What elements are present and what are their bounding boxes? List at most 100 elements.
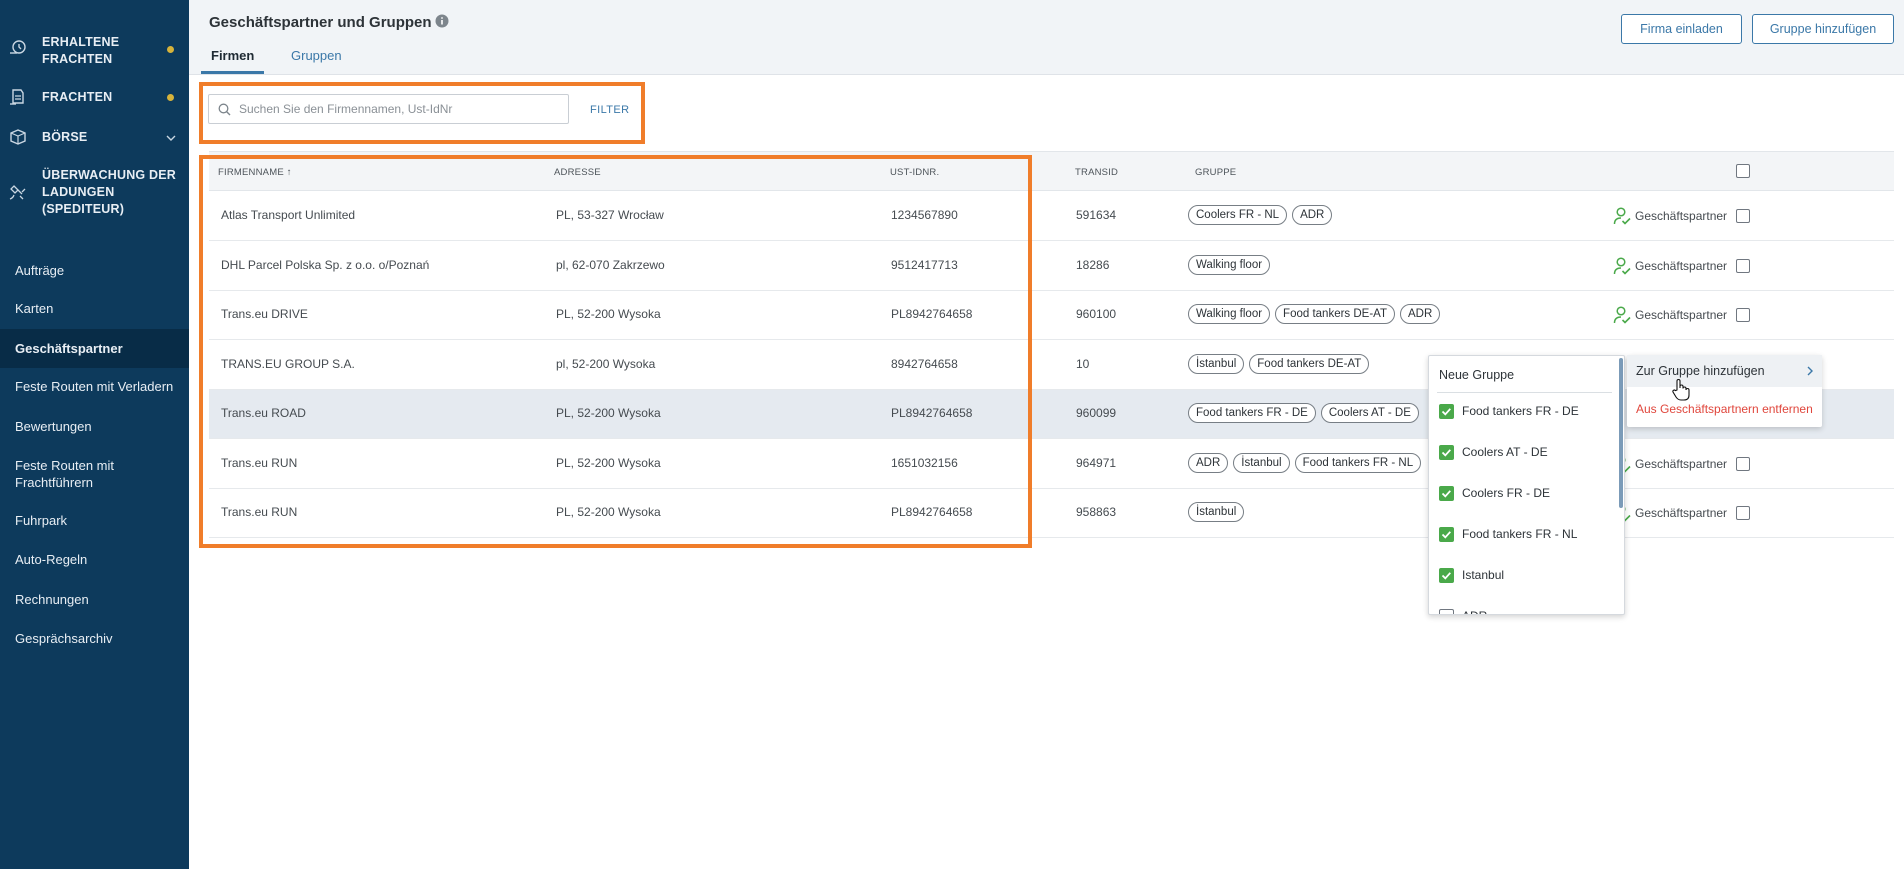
address-cell: PL, 53-327 Wrocław bbox=[556, 208, 664, 222]
table-row[interactable]: Trans.eu DRIVE PL, 52-200 Wysoka PL8942764… bbox=[209, 291, 1894, 340]
group-chip[interactable]: Walking floor bbox=[1188, 254, 1271, 275]
search-field[interactable] bbox=[208, 94, 569, 124]
info-icon[interactable] bbox=[435, 14, 449, 28]
partner-status: Geschäftspartner bbox=[1613, 206, 1727, 226]
sidebar-item-label: Auto-Regeln bbox=[15, 551, 88, 567]
notification-dot bbox=[167, 94, 174, 101]
filter-button[interactable]: FILTER bbox=[590, 104, 629, 116]
sidebar-item-invoices[interactable]: Rechnungen bbox=[0, 581, 189, 617]
search-input[interactable] bbox=[239, 95, 564, 123]
invite-company-button[interactable]: Firma einladen bbox=[1621, 14, 1742, 44]
vat-id-cell: 9512417713 bbox=[891, 257, 958, 272]
transid-cell: 958863 bbox=[1076, 505, 1117, 519]
scrollbar[interactable] bbox=[1619, 358, 1623, 508]
column-header-company-name[interactable]: FIRMENNAME ↑ bbox=[218, 167, 292, 178]
sidebar-item-auto-rules[interactable]: Auto-Regeln bbox=[0, 541, 189, 577]
address-cell: pl, 62-070 Zakrzewo bbox=[556, 257, 665, 272]
partner-check-icon bbox=[1613, 256, 1631, 275]
column-header-address[interactable]: ADRESSE bbox=[554, 167, 601, 178]
row-checkbox[interactable] bbox=[1736, 258, 1750, 273]
sidebar-item-monitoring[interactable]: ÜBERWACHUNG DER LADUNGEN (SPEDITEUR) bbox=[0, 166, 189, 222]
sidebar-item-ratings[interactable]: Bewertungen bbox=[0, 408, 189, 444]
row-context-menu: Zur Gruppe hinzufügen Aus Geschäftspartn… bbox=[1627, 355, 1822, 427]
sidebar-item-received-freights[interactable]: ERHALTENE FRACHTEN bbox=[0, 32, 189, 68]
group-chip[interactable]: Food tankers DE-AT bbox=[1249, 353, 1370, 374]
group-chip[interactable]: Food tankers FR - DE bbox=[1188, 403, 1316, 423]
checkbox-checked-icon[interactable] bbox=[1439, 485, 1454, 501]
group-chip[interactable]: Coolers AT - DE bbox=[1320, 403, 1419, 423]
tab-groups[interactable]: Gruppen bbox=[291, 48, 342, 74]
group-option[interactable]: Coolers FR - DE bbox=[1439, 483, 1614, 503]
vat-id-cell: 8942764658 bbox=[891, 356, 958, 371]
group-chip[interactable]: Food tankers DE-AT bbox=[1275, 304, 1396, 324]
group-chip[interactable]: İstanbul bbox=[1233, 452, 1290, 473]
group-chip[interactable]: ADR bbox=[1292, 205, 1333, 225]
group-chips: ADR İstanbul Food tankers FR - NL bbox=[1188, 452, 1422, 473]
group-chip[interactable]: İstanbul bbox=[1188, 502, 1245, 522]
group-option-label: Coolers AT - DE bbox=[1462, 445, 1548, 459]
group-option[interactable]: ADR bbox=[1439, 606, 1614, 614]
sidebar-item-chat-archive[interactable]: Gesprächsarchiv bbox=[0, 620, 189, 656]
table-header: FIRMENNAME ↑ ADRESSE UST-IDNR. TRANSID G… bbox=[209, 151, 1894, 191]
group-option[interactable]: Food tankers FR - NL bbox=[1439, 524, 1614, 544]
group-chip[interactable]: Coolers FR - NL bbox=[1188, 205, 1288, 225]
row-checkbox[interactable] bbox=[1736, 506, 1750, 520]
remove-partner-menu-item[interactable]: Aus Geschäftspartnern entfernen bbox=[1636, 402, 1813, 416]
group-option[interactable]: Istanbul bbox=[1439, 565, 1614, 585]
sidebar-item-exchange[interactable]: BÖRSE bbox=[0, 126, 189, 150]
sidebar-item-fleet[interactable]: Fuhrpark bbox=[0, 502, 189, 538]
company-name-cell: Trans.eu RUN bbox=[221, 505, 298, 519]
group-option[interactable]: Coolers AT - DE bbox=[1439, 442, 1614, 462]
sidebar-item-fixed-routes-shippers[interactable]: Feste Routen mit Verladern bbox=[0, 368, 189, 404]
partner-label: Geschäftspartner bbox=[1635, 456, 1728, 471]
group-chip[interactable]: Food tankers FR - NL bbox=[1294, 452, 1422, 473]
row-checkbox[interactable] bbox=[1736, 308, 1750, 322]
checkbox-checked-icon[interactable] bbox=[1439, 567, 1454, 583]
search-icon bbox=[218, 103, 231, 116]
sidebar-item-label: Rechnungen bbox=[15, 591, 89, 607]
group-chip[interactable]: Walking floor bbox=[1188, 304, 1271, 324]
group-option-label: Istanbul bbox=[1462, 568, 1505, 582]
column-header-vat[interactable]: UST-IDNR. bbox=[890, 167, 939, 178]
new-group-option[interactable]: Neue Gruppe bbox=[1439, 368, 1514, 382]
row-checkbox[interactable] bbox=[1736, 456, 1750, 471]
tab-companies[interactable]: Firmen bbox=[201, 48, 265, 74]
partner-check-icon bbox=[1613, 306, 1631, 324]
sidebar-item-orders[interactable]: Aufträge bbox=[0, 252, 189, 288]
column-header-transid[interactable]: TRANSID bbox=[1075, 167, 1118, 178]
sidebar-item-label: ÜBERWACHUNG DER LADUNGEN (SPEDITEUR) bbox=[42, 168, 177, 216]
partner-check-icon bbox=[1613, 207, 1631, 225]
group-chip[interactable]: İstanbul bbox=[1188, 353, 1245, 374]
table-row[interactable]: Trans.eu RUN PL, 52-200 Wysoka 1651032156 9… bbox=[209, 439, 1894, 489]
group-chip[interactable]: ADR bbox=[1400, 304, 1441, 324]
group-chip[interactable]: ADR bbox=[1188, 452, 1229, 473]
add-to-group-menu-item[interactable]: Zur Gruppe hinzufügen bbox=[1627, 355, 1822, 387]
sidebar-item-maps[interactable]: Karten bbox=[0, 290, 189, 326]
checkbox-checked-icon[interactable] bbox=[1439, 403, 1454, 419]
sidebar-item-freights[interactable]: FRACHTEN bbox=[0, 86, 189, 110]
table-row[interactable]: DHL Parcel Polska Sp. z o.o. o/Poznań pl,… bbox=[209, 241, 1894, 291]
group-chips: Walking floor bbox=[1188, 254, 1271, 275]
group-option-label: Coolers FR - DE bbox=[1462, 486, 1551, 500]
checkbox-unchecked-icon[interactable] bbox=[1439, 608, 1454, 614]
add-group-button[interactable]: Gruppe hinzufügen bbox=[1752, 14, 1894, 44]
sidebar-item-label: Gesprächsarchiv bbox=[15, 630, 113, 646]
table-row[interactable]: Atlas Transport Unlimited PL, 53-327 Wroc… bbox=[209, 192, 1894, 241]
group-chips: Coolers FR - NL ADR bbox=[1188, 205, 1333, 225]
group-option[interactable]: Food tankers FR - DE bbox=[1439, 401, 1614, 421]
checkbox-checked-icon[interactable] bbox=[1439, 526, 1454, 542]
partner-status: Geschäftspartner bbox=[1613, 305, 1727, 325]
sidebar-item-business-partners[interactable]: Geschäftspartner bbox=[0, 329, 189, 368]
row-checkbox[interactable] bbox=[1736, 209, 1750, 223]
sidebar-item-label: Feste Routen mit Verladern bbox=[15, 378, 174, 394]
sidebar-item-label: FRACHTEN bbox=[42, 90, 113, 104]
select-all-checkbox[interactable] bbox=[1736, 164, 1750, 178]
sidebar-item-fixed-routes-carriers[interactable]: Feste Routen mit Frachtführern bbox=[0, 454, 189, 494]
column-header-group[interactable]: GRUPPE bbox=[1195, 167, 1236, 178]
group-dropdown: Neue Gruppe Food tankers FR - DE Coolers … bbox=[1428, 355, 1625, 615]
group-chips: Food tankers FR - DE Coolers AT - DE bbox=[1188, 403, 1419, 423]
chevron-down-icon[interactable] bbox=[164, 131, 178, 145]
table-row[interactable]: Trans.eu RUN PL, 52-200 Wysoka PL894276465… bbox=[209, 489, 1894, 538]
company-name-cell: Trans.eu RUN bbox=[221, 455, 298, 470]
checkbox-checked-icon[interactable] bbox=[1439, 444, 1454, 460]
